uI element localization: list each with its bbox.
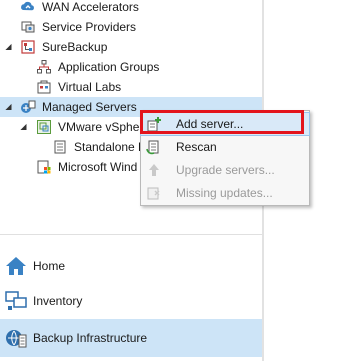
tree-item-label: Service Providers bbox=[42, 20, 137, 34]
tree-item-application-groups[interactable]: Application Groups bbox=[36, 57, 159, 77]
tree-item-surebackup[interactable]: SureBackup bbox=[20, 37, 107, 57]
tree-item-wan-accelerators[interactable]: WAN Accelerators bbox=[20, 0, 139, 17]
collapse-arrow-icon[interactable]: ◢ bbox=[4, 42, 13, 51]
collapse-arrow-icon[interactable]: ◢ bbox=[19, 122, 28, 131]
tree-item-label: WAN Accelerators bbox=[42, 0, 139, 14]
tree-item-label: Virtual Labs bbox=[58, 80, 122, 94]
menu-item-label: Rescan bbox=[176, 140, 217, 154]
tree-item-microsoft-windows[interactable]: Microsoft Wind bbox=[36, 157, 137, 177]
rescan-icon bbox=[146, 140, 159, 155]
collapse-arrow-icon[interactable]: ◢ bbox=[4, 102, 13, 111]
tree-item-virtual-labs[interactable]: Virtual Labs bbox=[36, 77, 121, 97]
tree-item-vmware-vsphere[interactable]: VMware vSphere bbox=[36, 117, 150, 137]
nav-inventory[interactable]: Inventory bbox=[0, 283, 262, 319]
surebackup-icon bbox=[21, 40, 35, 54]
virtual-lab-icon bbox=[37, 80, 51, 94]
menu-item-missing-updates[interactable]: Missing updates... bbox=[141, 182, 309, 204]
tree-item-label: Standalone H bbox=[74, 140, 147, 154]
managed-servers-icon bbox=[21, 100, 36, 113]
menu-item-rescan[interactable]: Rescan bbox=[141, 136, 309, 158]
menu-item-upgrade-servers[interactable]: Upgrade servers... bbox=[141, 159, 309, 181]
tree-item-service-providers[interactable]: Service Providers bbox=[20, 17, 136, 37]
tree-item-label: Managed Servers bbox=[42, 100, 137, 114]
nav-home[interactable]: Home bbox=[0, 248, 262, 284]
tree-item-label: Application Groups bbox=[58, 60, 160, 74]
service-provider-icon bbox=[21, 21, 35, 33]
vmware-vsphere-icon bbox=[37, 120, 51, 134]
tree-item-label: SureBackup bbox=[42, 40, 108, 54]
sidebar-divider bbox=[0, 234, 262, 235]
menu-item-label: Upgrade servers... bbox=[176, 163, 275, 177]
standalone-hosts-icon bbox=[54, 140, 66, 154]
microsoft-windows-icon bbox=[37, 160, 51, 174]
menu-item-label: Add server... bbox=[176, 117, 244, 131]
tree-item-label: Microsoft Wind bbox=[58, 160, 138, 174]
application-groups-icon bbox=[37, 60, 51, 74]
missing-updates-icon bbox=[147, 187, 160, 200]
home-icon bbox=[6, 257, 26, 275]
nav-backup-infrastructure-label: Backup Infrastructure bbox=[33, 331, 148, 345]
context-menu: Add server... Rescan Upgrade servers... … bbox=[140, 110, 310, 206]
backup-infrastructure-icon bbox=[6, 330, 27, 348]
tree-item-label: VMware vSphere bbox=[58, 120, 151, 134]
wan-accelerator-icon bbox=[21, 1, 34, 11]
tree-item-standalone-hosts[interactable]: Standalone H bbox=[52, 137, 147, 157]
nav-backup-infrastructure[interactable]: Backup Infrastructure bbox=[0, 319, 262, 357]
menu-item-label: Missing updates... bbox=[176, 186, 273, 200]
upgrade-arrow-icon bbox=[149, 164, 159, 176]
nav-inventory-label: Inventory bbox=[33, 294, 83, 308]
backup-console-window: WAN Accelerators Service Providers ◢ Sur… bbox=[0, 0, 351, 361]
nav-home-label: Home bbox=[33, 259, 66, 273]
menu-item-add-server[interactable]: Add server... bbox=[140, 112, 310, 136]
add-server-icon bbox=[147, 117, 161, 132]
inventory-icon bbox=[5, 291, 27, 310]
